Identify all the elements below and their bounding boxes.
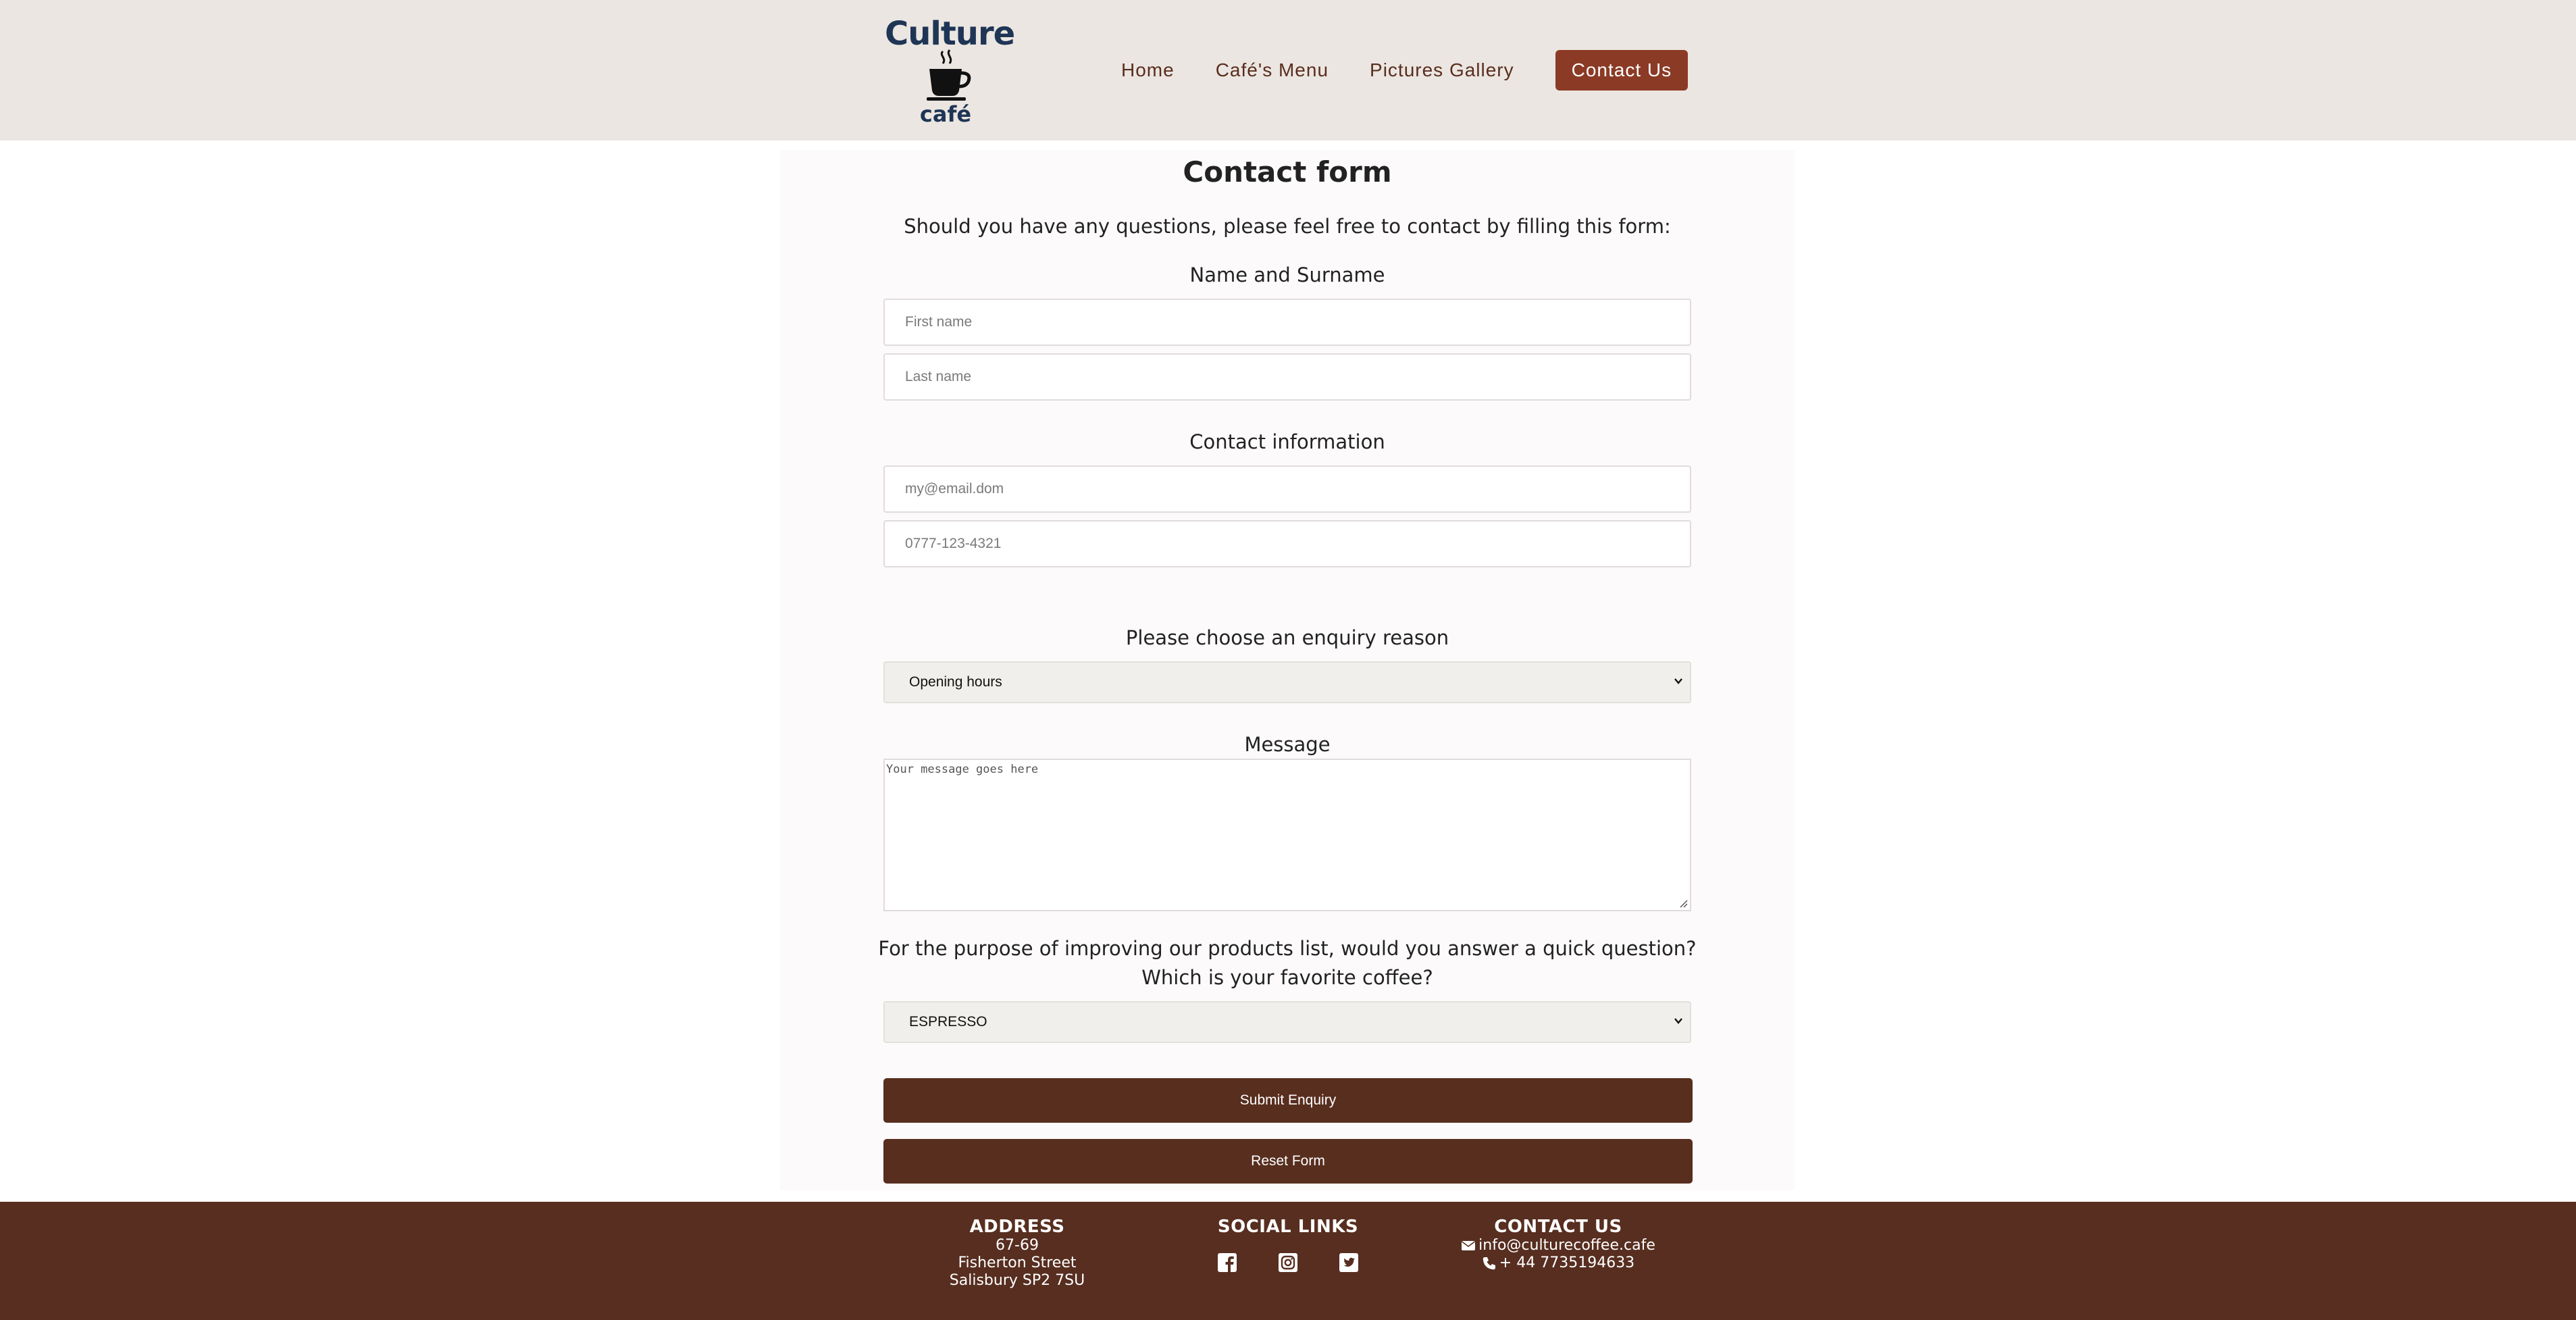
contact-phone-row[interactable]: + 44 7735194633 — [1430, 1254, 1686, 1272]
email-input[interactable]: my@email.dom — [883, 465, 1691, 513]
footer-address: ADDRESS 67-69 Fisherton Street Salisbury… — [916, 1217, 1118, 1290]
coffee-cup-icon — [927, 49, 971, 101]
social-heading: SOCIAL LINKS — [1217, 1217, 1359, 1237]
site-footer: ADDRESS 67-69 Fisherton Street Salisbury… — [0, 1202, 2576, 1320]
message-textarea[interactable]: Your message goes here — [883, 759, 1691, 911]
reset-form-button[interactable]: Reset Form — [883, 1139, 1693, 1184]
twitter-icon[interactable] — [1338, 1252, 1360, 1273]
resize-grip-icon[interactable] — [1676, 896, 1689, 909]
favorite-coffee-select[interactable]: ESPRESSO — [883, 1001, 1691, 1043]
footer-contact: CONTACT US info@culturecoffee.cafe + 44 … — [1430, 1217, 1686, 1272]
nav-pictures-gallery[interactable]: Pictures Gallery — [1370, 59, 1514, 81]
phone-input[interactable]: 0777-123-4321 — [883, 520, 1691, 567]
footer-social: SOCIAL LINKS — [1187, 1217, 1389, 1273]
address-line3: Salisbury SP2 7SU — [949, 1272, 1085, 1289]
favorite-coffee-selected-value: ESPRESSO — [909, 1014, 987, 1030]
nav-home[interactable]: Home — [1121, 59, 1175, 81]
last-name-input[interactable]: Last name — [883, 353, 1691, 401]
nav-contact-us[interactable]: Contact Us — [1555, 50, 1689, 91]
contact-section-label: Contact information — [1189, 430, 1385, 453]
name-section-label: Name and Surname — [1189, 263, 1385, 286]
chevron-down-icon — [1674, 1018, 1682, 1024]
contact-email[interactable]: info@culturecoffee.cafe — [1478, 1237, 1655, 1254]
submit-enquiry-button[interactable]: Submit Enquiry — [883, 1078, 1693, 1123]
contact-phone[interactable]: + 44 7735194633 — [1499, 1254, 1634, 1272]
culture-cafe-logo[interactable]: Culture café — [885, 15, 1015, 127]
page-title: Contact form — [1183, 155, 1392, 188]
enquiry-label: Please choose an enquiry reason — [1125, 626, 1449, 649]
chevron-down-icon — [1674, 678, 1682, 684]
address-heading: ADDRESS — [969, 1217, 1065, 1237]
message-placeholder: Your message goes here — [886, 763, 1039, 776]
logo-word-cafe: café — [919, 101, 972, 127]
enquiry-selected-value: Opening hours — [909, 674, 1002, 690]
form-intro: Should you have any questions, please fe… — [904, 215, 1671, 238]
address-line1: 67-69 — [996, 1237, 1039, 1254]
contact-email-row[interactable]: info@culturecoffee.cafe — [1430, 1237, 1686, 1254]
site-header: Culture café Home Café's Menu Pictures G… — [0, 0, 2576, 141]
survey-question-line2: Which is your favorite coffee? — [1141, 966, 1433, 989]
instagram-icon[interactable] — [1277, 1252, 1299, 1273]
first-name-input[interactable]: First name — [883, 299, 1691, 346]
main-nav: Home Café's Menu Pictures Gallery Contac… — [1121, 49, 1689, 91]
survey-question-line1: For the purpose of improving our product… — [878, 937, 1697, 960]
enquiry-reason-select[interactable]: Opening hours — [883, 661, 1691, 703]
message-label: Message — [1244, 733, 1331, 756]
phone-icon — [1483, 1257, 1495, 1270]
envelope-icon — [1462, 1241, 1476, 1250]
logo-word-culture: Culture — [885, 15, 1015, 53]
facebook-icon[interactable] — [1216, 1252, 1238, 1273]
contact-heading: CONTACT US — [1494, 1217, 1622, 1237]
nav-cafes-menu[interactable]: Café's Menu — [1216, 59, 1329, 81]
address-line2: Fisherton Street — [958, 1254, 1077, 1271]
